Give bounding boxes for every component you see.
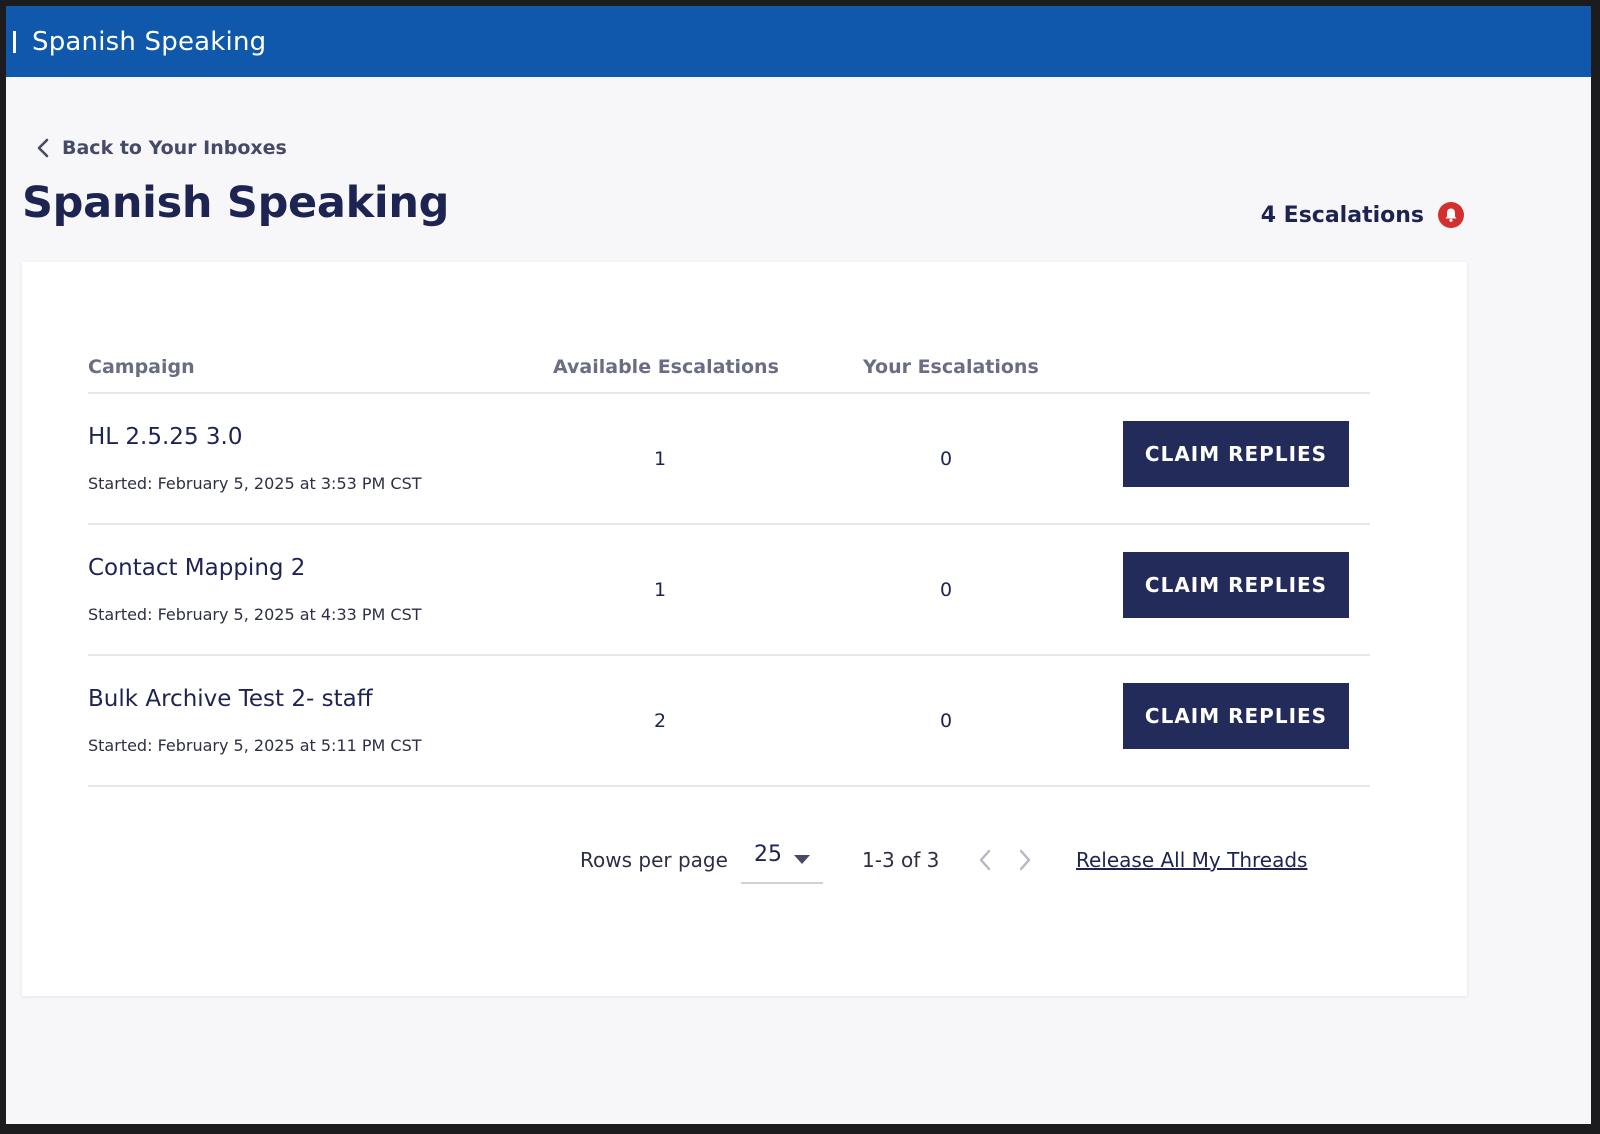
claim-replies-button[interactable]: CLAIM REPLIES [1123, 683, 1349, 749]
page-title: Spanish Speaking [22, 178, 450, 228]
available-escalations-value: 1 [653, 579, 667, 601]
table-row: Bulk Archive Test 2- staff Started: Febr… [88, 656, 1370, 787]
table-header: Campaign Available Escalations Your Esca… [88, 342, 1370, 394]
your-escalations-value: 0 [939, 579, 953, 601]
available-escalations-value: 1 [653, 448, 667, 470]
release-all-threads-link[interactable]: Release All My Threads [1076, 848, 1307, 872]
app-window: Spanish Speaking Back to Your Inboxes Sp… [6, 6, 1591, 1124]
chevron-left-icon [37, 138, 49, 158]
column-header-campaign: Campaign [88, 356, 195, 378]
campaign-started: Started: February 5, 2025 at 4:33 PM CST [88, 605, 422, 624]
top-bar: Spanish Speaking [6, 6, 1591, 77]
campaign-name: Contact Mapping 2 [88, 555, 306, 581]
rows-per-page-label: Rows per page [580, 848, 728, 872]
claim-replies-button[interactable]: CLAIM REPLIES [1123, 421, 1349, 487]
pagination-range: 1-3 of 3 [862, 848, 940, 872]
top-bar-title: Spanish Speaking [32, 26, 267, 57]
campaign-name: HL 2.5.25 3.0 [88, 424, 243, 450]
campaign-name: Bulk Archive Test 2- staff [88, 686, 373, 712]
campaign-started: Started: February 5, 2025 at 5:11 PM CST [88, 736, 422, 755]
table-row: Contact Mapping 2 Started: February 5, 2… [88, 525, 1370, 656]
campaigns-card: Campaign Available Escalations Your Esca… [22, 262, 1467, 996]
chevron-left-icon[interactable] [977, 848, 993, 872]
campaigns-table: Campaign Available Escalations Your Esca… [88, 342, 1370, 787]
escalations-indicator[interactable]: 4 Escalations [1261, 202, 1464, 228]
pagination-bar: Rows per page 25 1-3 of 3 Release All My… [22, 836, 1467, 886]
top-bar-marker [13, 30, 16, 53]
chevron-right-icon[interactable] [1017, 848, 1033, 872]
escalations-count: 4 Escalations [1260, 202, 1424, 228]
rows-per-page-value: 25 [754, 842, 782, 867]
your-escalations-value: 0 [939, 710, 953, 732]
campaign-started: Started: February 5, 2025 at 3:53 PM CST [88, 474, 422, 493]
table-row: HL 2.5.25 3.0 Started: February 5, 2025 … [88, 394, 1370, 525]
rows-per-page-select[interactable]: 25 [741, 836, 823, 884]
your-escalations-value: 0 [939, 448, 953, 470]
claim-replies-button[interactable]: CLAIM REPLIES [1123, 552, 1349, 618]
back-link-label: Back to Your Inboxes [62, 137, 287, 159]
bell-icon [1438, 202, 1464, 228]
column-header-your-escalations: Your Escalations [863, 356, 1039, 378]
back-to-inboxes-link[interactable]: Back to Your Inboxes [36, 137, 287, 159]
available-escalations-value: 2 [653, 710, 667, 732]
caret-down-icon [794, 855, 810, 864]
column-header-available-escalations: Available Escalations [553, 356, 779, 378]
